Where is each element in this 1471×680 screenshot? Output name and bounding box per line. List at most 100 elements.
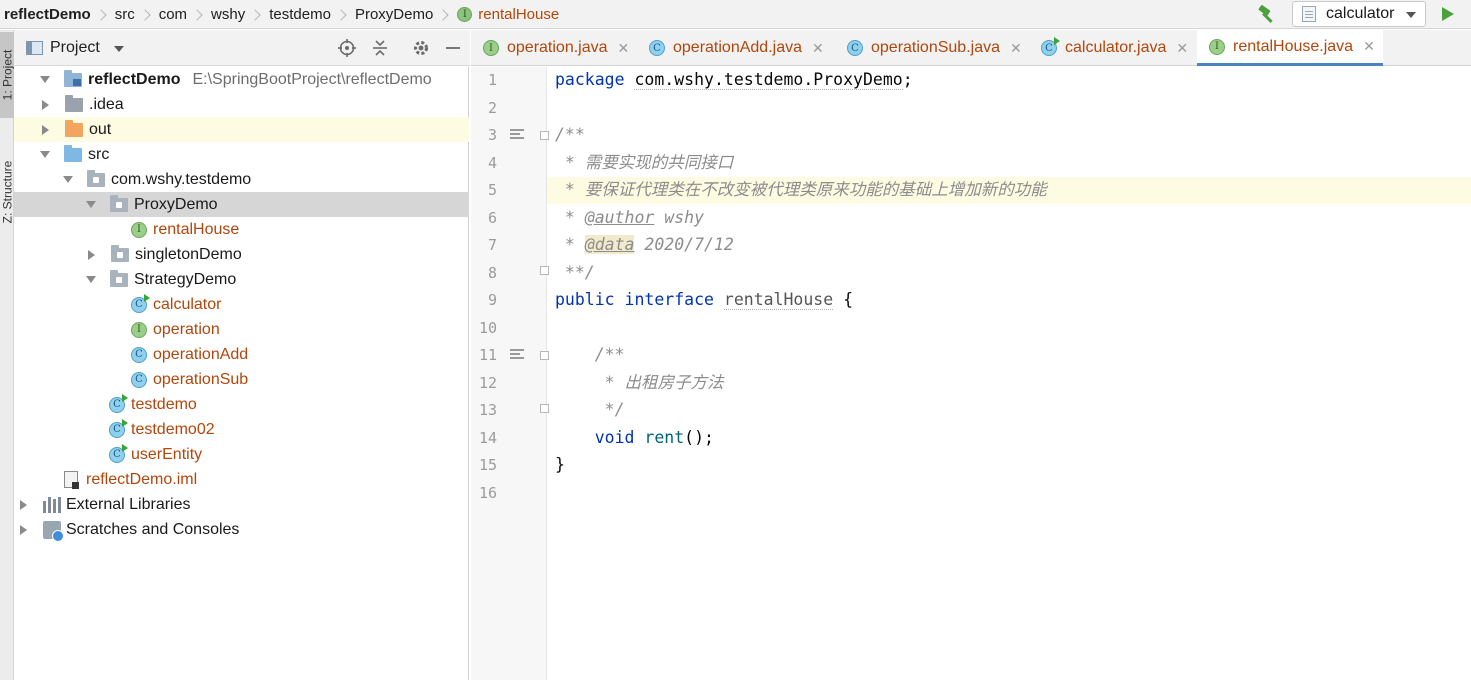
tree-item-calculator[interactable]: C calculator [14, 292, 469, 317]
build-hammer-icon[interactable] [1256, 4, 1278, 24]
folder-icon [65, 94, 83, 112]
class-icon: C [131, 346, 147, 363]
breadcrumb-item-com[interactable]: com [159, 6, 187, 23]
tab-rentalhouse-java[interactable]: I rentalHouse.java ✕ [1197, 30, 1383, 66]
close-icon[interactable]: ✕ [618, 40, 630, 57]
tree-item-userentity[interactable]: C userEntity [14, 442, 469, 467]
code-line-8: **/ [555, 263, 595, 282]
tree-item-src[interactable]: src [14, 142, 469, 167]
collapse-arrow-icon[interactable] [42, 124, 49, 135]
fold-marker-icon[interactable] [540, 131, 549, 140]
breadcrumb-item-project[interactable]: reflectDemo [4, 6, 91, 23]
breadcrumb-item-src[interactable]: src [115, 6, 135, 23]
breadcrumb-item-proxydemo[interactable]: ProxyDemo [355, 6, 433, 23]
expand-arrow-icon[interactable] [63, 176, 73, 183]
line-number: 2 [487, 99, 497, 117]
collapse-arrow-icon[interactable] [20, 499, 27, 510]
line-number: 8 [487, 264, 497, 282]
tree-item-scratches[interactable]: Scratches and Consoles [14, 517, 469, 542]
expand-arrow-icon[interactable] [86, 201, 96, 208]
rendered-doc-icon[interactable] [510, 349, 524, 360]
line-number: 16 [478, 484, 497, 502]
tab-label: operationSub.java [871, 39, 1000, 56]
close-icon[interactable]: ✕ [1176, 40, 1188, 57]
run-config-file-icon [1302, 6, 1316, 22]
breadcrumb-item-wshy[interactable]: wshy [211, 6, 245, 23]
tab-label: operation.java [507, 39, 608, 56]
tree-item-singletondemo[interactable]: singletonDemo [14, 242, 469, 267]
close-icon[interactable]: ✕ [1363, 38, 1375, 55]
code-punct: ; [902, 70, 913, 89]
fold-marker-icon[interactable] [540, 404, 549, 413]
tree-item-label: rentalHouse [153, 220, 240, 238]
breadcrumb-item-current[interactable]: I rentalHouse [457, 6, 559, 23]
rendered-doc-icon[interactable] [510, 129, 524, 140]
code-line-11: /** [555, 345, 625, 364]
line-number: 10 [478, 319, 497, 337]
tab-operation-java[interactable]: I operation.java ✕ [471, 30, 637, 66]
collapse-all-icon[interactable] [371, 39, 389, 57]
run-button[interactable] [1442, 7, 1454, 21]
project-view-icon [26, 41, 43, 55]
interface-icon: I [1209, 38, 1225, 55]
package-icon [110, 269, 128, 287]
runnable-class-icon: C [109, 393, 128, 413]
runnable-class-icon: C [109, 443, 128, 463]
tab-calculator-java[interactable]: C calculator.java ✕ [1029, 30, 1197, 66]
chevron-right-icon [139, 8, 151, 21]
hide-panel-icon[interactable] [444, 39, 462, 57]
code-punct: { [833, 290, 854, 309]
tree-item-testdemo02[interactable]: C testdemo02 [14, 417, 469, 442]
tree-item-operationadd[interactable]: C operationAdd [14, 342, 469, 367]
run-configuration-select[interactable]: calculator [1292, 1, 1426, 27]
tree-item-testdemo[interactable]: C testdemo [14, 392, 469, 417]
close-icon[interactable]: ✕ [1010, 40, 1022, 57]
tab-label: rentalHouse.java [1233, 37, 1354, 55]
tree-item-label: operationAdd [153, 345, 249, 363]
collapse-arrow-icon[interactable] [20, 524, 27, 535]
code-package-name: com.wshy.testdemo.ProxyDemo [634, 70, 903, 90]
tree-item-external-libraries[interactable]: External Libraries [14, 492, 469, 517]
collapse-arrow-icon[interactable] [42, 99, 49, 110]
code-comment: * [555, 235, 585, 254]
tree-item-strategydemo[interactable]: StrategyDemo [14, 267, 469, 292]
tree-item-out[interactable]: out [14, 117, 469, 142]
locate-target-icon[interactable] [338, 39, 356, 57]
tree-item-idea[interactable]: .idea [14, 92, 469, 117]
line-number: 9 [487, 291, 497, 309]
expand-arrow-icon[interactable] [40, 151, 50, 158]
interface-icon: I [457, 7, 473, 22]
tree-item-project-root[interactable]: reflectDemo E:\SpringBootProject\reflect… [14, 67, 469, 92]
tree-item-operationsub[interactable]: C operationSub [14, 367, 469, 392]
tree-item-package-testdemo[interactable]: com.wshy.testdemo [14, 167, 469, 192]
tree-item-operation[interactable]: I operation [14, 317, 469, 342]
tab-operationadd-java[interactable]: C operationAdd.java ✕ [637, 30, 835, 66]
class-icon: C [649, 40, 665, 56]
fold-marker-icon[interactable] [540, 351, 549, 360]
expand-arrow-icon[interactable] [40, 76, 50, 83]
tree-item-path: E:\SpringBootProject\reflectDemo [192, 70, 432, 88]
tab-project-tool[interactable]: 1: Project [0, 32, 14, 118]
line-number: 3 [487, 126, 497, 144]
package-icon [87, 169, 105, 187]
tree-item-rentalhouse[interactable]: I rentalHouse [14, 217, 469, 242]
project-panel-title[interactable]: Project [50, 39, 100, 57]
tab-operationsub-java[interactable]: C operationSub.java ✕ [835, 30, 1029, 66]
fold-marker-icon[interactable] [540, 266, 549, 275]
gear-icon[interactable] [412, 39, 430, 57]
chevron-down-icon[interactable] [114, 46, 124, 52]
close-icon[interactable]: ✕ [812, 40, 824, 57]
tree-item-proxydemo[interactable]: ProxyDemo [14, 192, 469, 217]
tab-label: calculator.java [1065, 39, 1167, 56]
tree-item-label: operation [153, 320, 220, 338]
interface-icon: I [131, 221, 147, 238]
tree-item-iml-file[interactable]: reflectDemo.iml [14, 467, 469, 492]
tab-structure-tool[interactable]: Z: Structure [0, 140, 14, 244]
collapse-arrow-icon[interactable] [88, 249, 95, 260]
expand-arrow-icon[interactable] [86, 276, 96, 283]
code-keyword: interface [624, 290, 714, 309]
module-folder-icon [64, 69, 82, 87]
breadcrumb-item-testdemo[interactable]: testdemo [269, 6, 331, 23]
chevron-right-icon [249, 8, 261, 21]
tree-item-label: StrategyDemo [134, 270, 237, 288]
